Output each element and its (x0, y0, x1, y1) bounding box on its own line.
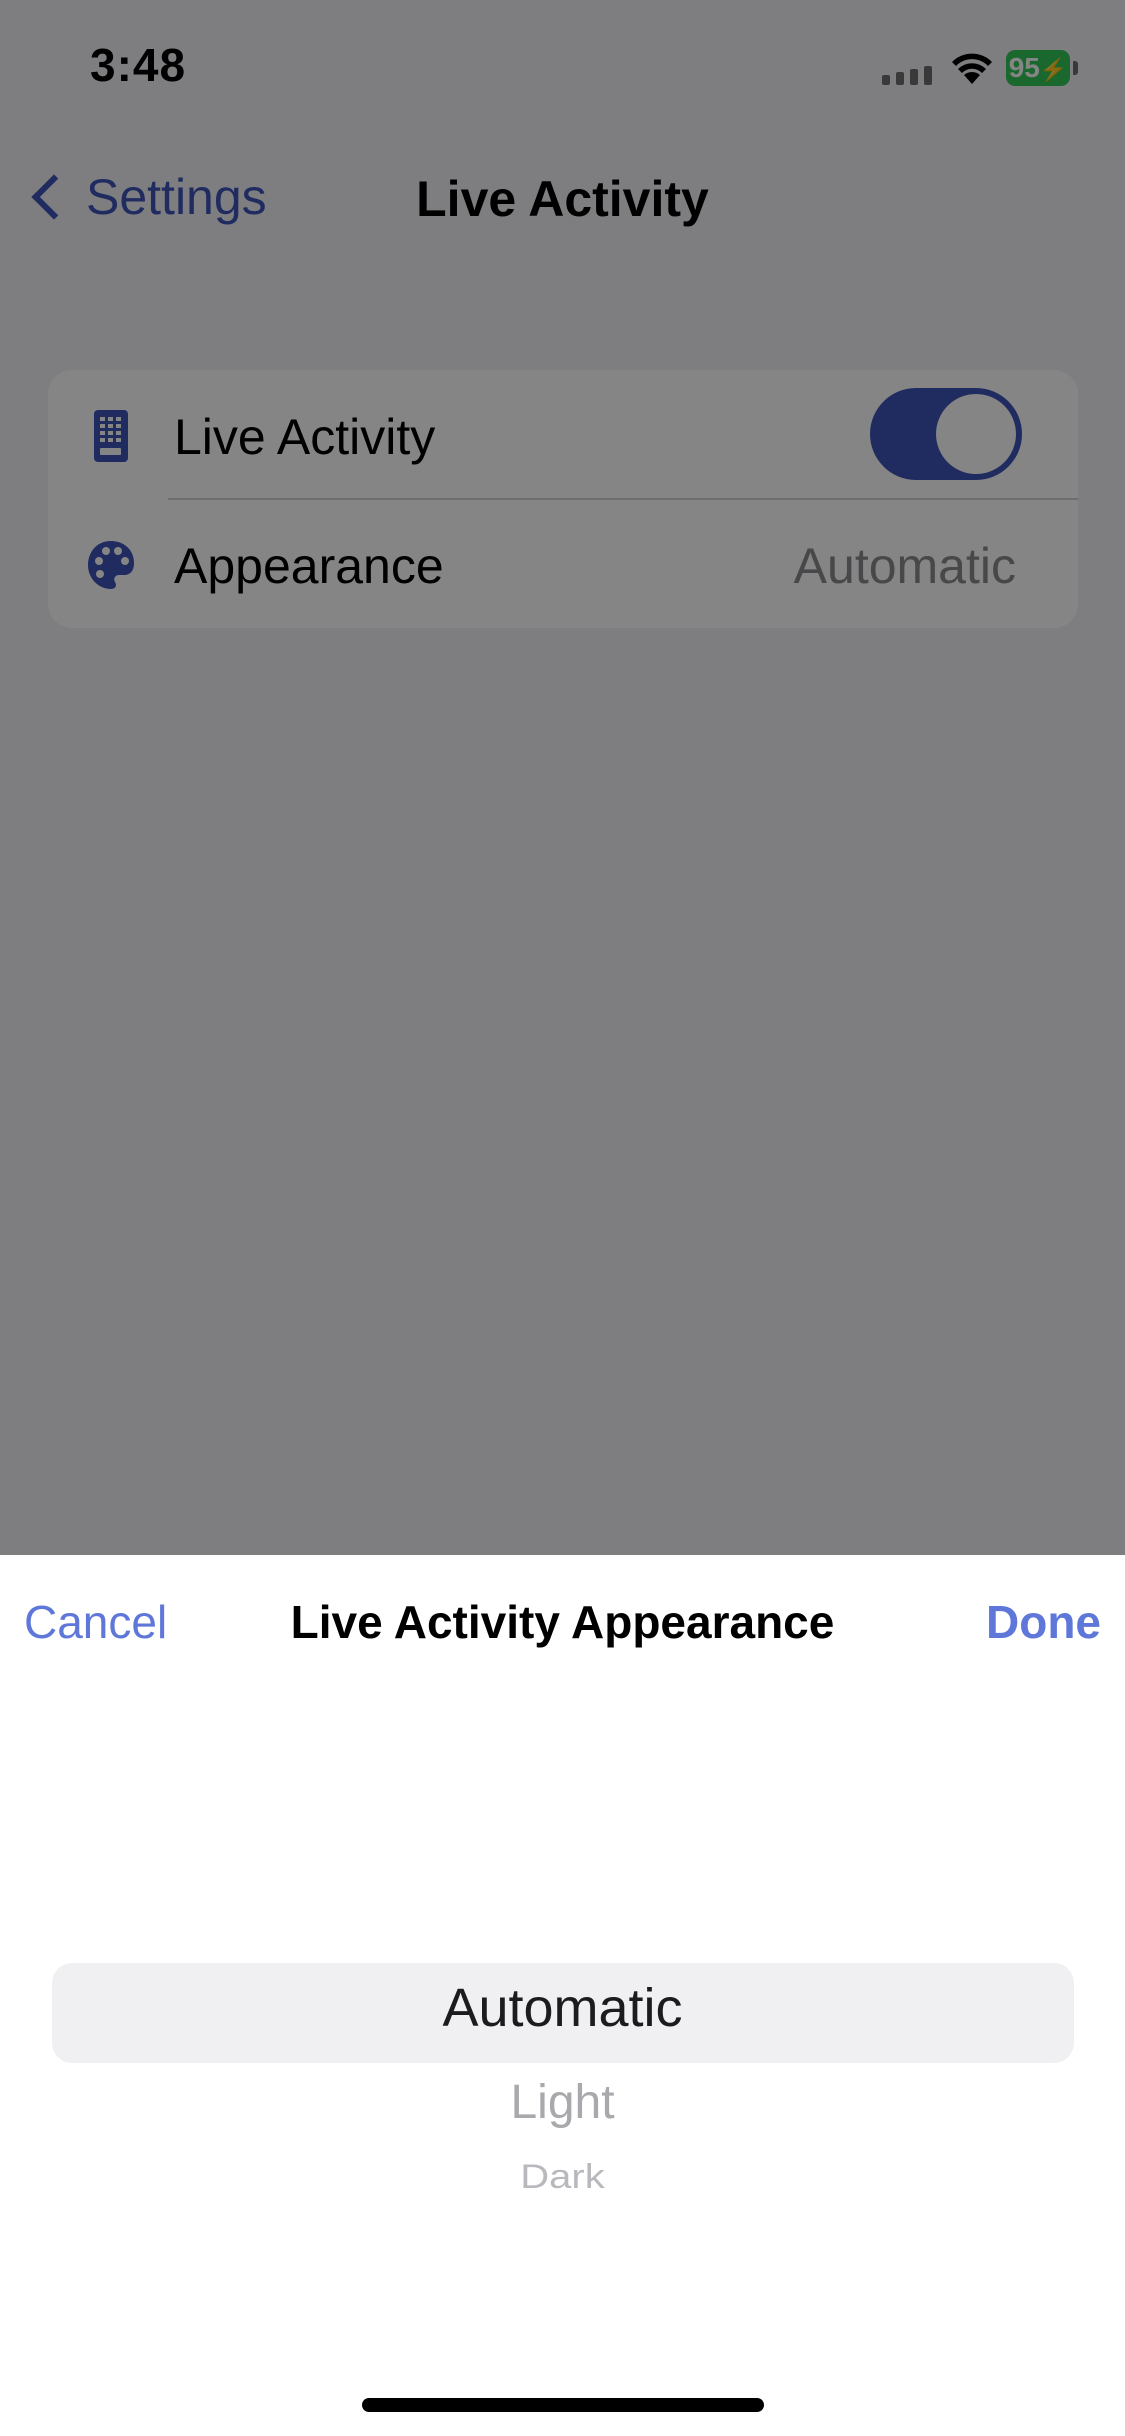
done-button[interactable]: Done (986, 1595, 1101, 1649)
appearance-picker-sheet: Cancel Live Activity Appearance Done Aut… (0, 1555, 1125, 2436)
sheet-title: Live Activity Appearance (290, 1596, 835, 1648)
screen: 3:48 95⚡ Settings Live Activity Live Act… (0, 0, 1125, 2436)
picker-option-dark[interactable]: Dark (0, 2158, 1125, 2196)
modal-dim-overlay[interactable] (0, 0, 1125, 1555)
appearance-picker-wheel[interactable]: Automatic Light Dark (0, 1715, 1125, 2315)
sheet-header: Cancel Live Activity Appearance Done (0, 1555, 1125, 1685)
home-indicator[interactable] (362, 2398, 764, 2412)
picker-option-light[interactable]: Light (0, 2075, 1125, 2130)
picker-option-automatic[interactable]: Automatic (0, 1977, 1125, 2039)
